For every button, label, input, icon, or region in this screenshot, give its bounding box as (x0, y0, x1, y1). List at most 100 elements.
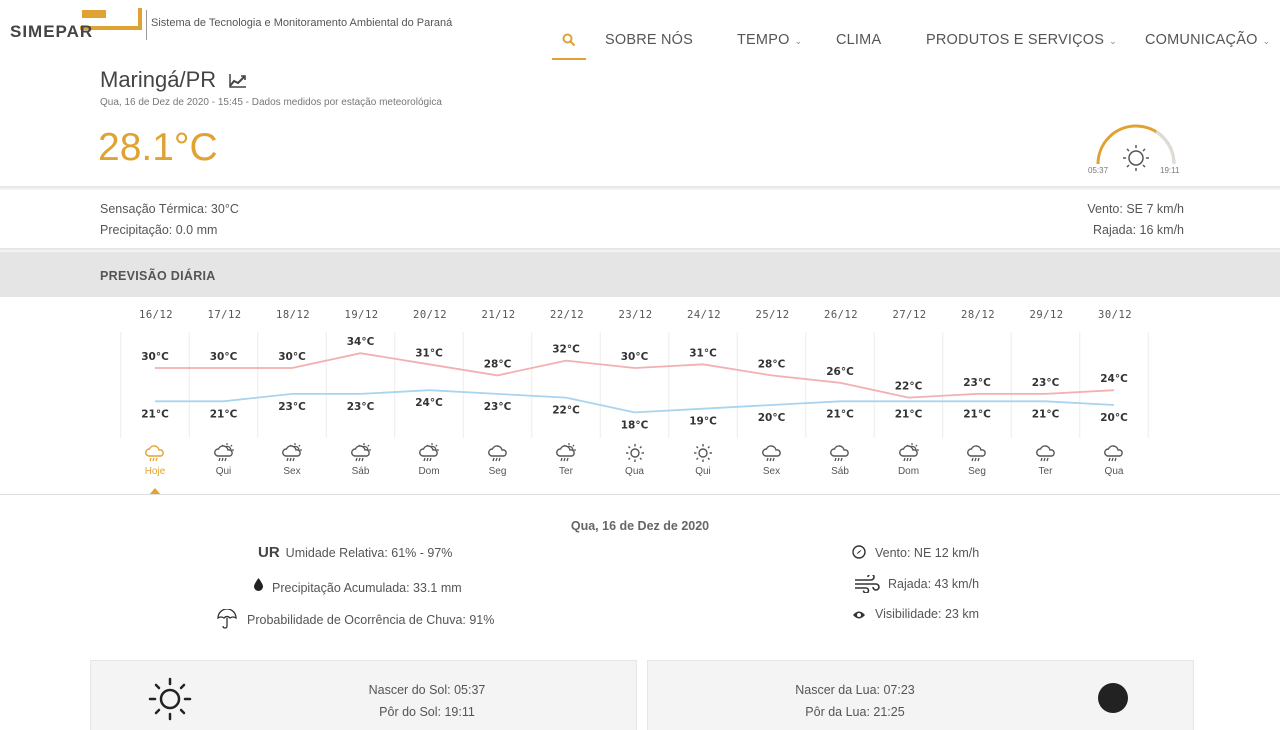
max-temp-label: 31°C (689, 347, 717, 359)
sunset-time: 19:11 (1160, 166, 1180, 175)
sun-rain-icon[interactable] (554, 442, 578, 464)
selected-day-title: Qua, 16 de Dez de 2020 (570, 519, 710, 533)
search-button[interactable] (552, 22, 586, 60)
nav-clima[interactable]: CLIMA (836, 32, 881, 48)
forecast-date: 28/12 (961, 309, 996, 321)
drop-icon (254, 578, 263, 591)
forecast-day-label[interactable]: Seg (468, 466, 528, 477)
compass-icon (852, 545, 866, 559)
sun-rain-icon[interactable] (897, 442, 921, 464)
chevron-down-icon: ⌄ (794, 36, 803, 46)
max-temp-label: 26°C (826, 366, 854, 378)
forecast-day-label[interactable]: Qua (1084, 466, 1144, 477)
wind: Vento: SE 7 km/h (1087, 202, 1184, 216)
detail-wind: Vento: NE 12 km/h (875, 546, 980, 560)
rain-cloud-icon[interactable] (828, 442, 852, 464)
min-temp-label: 21°C (895, 408, 923, 420)
chart-icon[interactable] (229, 73, 247, 88)
max-temp-label: 30°C (278, 351, 306, 363)
tagline: Sistema de Tecnologia e Monitoramento Am… (151, 17, 453, 29)
sunset-text: Pôr do Sol: 19:11 (379, 705, 475, 719)
rain-cloud-icon[interactable] (486, 442, 510, 464)
divider (0, 494, 1280, 495)
sun-rain-icon[interactable] (349, 442, 373, 464)
forecast-date: 27/12 (892, 309, 927, 321)
moonrise-text: Nascer da Lua: 07:23 (795, 683, 915, 697)
max-temp-label: 28°C (758, 358, 786, 370)
nav-tempo[interactable]: TEMPO ⌄ (737, 32, 802, 48)
temperature-chart: 30°C 30°C 30°C 34°C 31°C 28°C 32°C 30°C 31°C 28°C… (120, 332, 1149, 438)
wind-gust-icon (855, 575, 880, 593)
nav-label: PRODUTOS E SERVIÇOS (926, 32, 1105, 48)
sun-rain-icon[interactable] (212, 442, 236, 464)
current-temperature: 28.1°C (98, 126, 218, 169)
nav-sobre-nos[interactable]: SOBRE NÓS (605, 32, 693, 48)
sunrise-text: Nascer do Sol: 05:37 (368, 683, 486, 697)
forecast-day-label[interactable]: Dom (399, 466, 459, 477)
moon-phase-icon (1098, 683, 1128, 713)
search-icon (562, 33, 576, 47)
min-temp-label: 21°C (826, 408, 854, 420)
min-temp-label: 21°C (210, 408, 238, 420)
min-temp-label: 24°C (415, 397, 443, 409)
rain-probability: Probabilidade de Ocorrência de Chuva: 91… (247, 613, 495, 627)
rain-cloud-icon[interactable] (143, 442, 167, 464)
logo-mark-bar (82, 10, 106, 18)
forecast-date: 29/12 (1029, 309, 1064, 321)
forecast-day-label[interactable]: Ter (1016, 466, 1076, 477)
max-temp-label: 30°C (141, 351, 169, 363)
umbrella-icon (217, 609, 237, 629)
rain-cloud-icon[interactable] (1034, 442, 1058, 464)
max-temp-label: 28°C (484, 358, 512, 370)
forecast-day-label[interactable]: Sáb (810, 466, 870, 477)
rain-cloud-icon[interactable] (965, 442, 989, 464)
forecast-day-label[interactable]: Qui (673, 466, 733, 477)
min-temp-label: 22°C (552, 405, 580, 417)
feels-like: Sensação Térmica: 30°C (100, 202, 239, 216)
forecast-day-label[interactable]: Dom (879, 466, 939, 477)
rain-cloud-icon[interactable] (760, 442, 784, 464)
precip-accumulated: Precipitação Acumulada: 33.1 mm (272, 581, 462, 595)
forecast-day-label[interactable]: Seg (947, 466, 1007, 477)
nav-comunicacao[interactable]: COMUNICAÇÃO ⌄ (1145, 32, 1270, 48)
max-temp-label: 30°C (210, 351, 238, 363)
rain-cloud-icon[interactable] (1102, 442, 1126, 464)
humidity: Umidade Relativa: 61% - 97% (285, 546, 453, 560)
max-temp-label: 23°C (1032, 377, 1060, 389)
forecast-date: 25/12 (755, 309, 790, 321)
simepar-logo[interactable]: SIMEPAR (10, 8, 142, 41)
forecast-day-label[interactable]: Ter (536, 466, 596, 477)
nav-produtos-servicos[interactable]: PRODUTOS E SERVIÇOS ⌄ (926, 32, 1117, 48)
measured-info: Qua, 16 de Dez de 2020 - 15:45 - Dados m… (100, 97, 442, 108)
min-temp-label: 20°C (1100, 412, 1128, 424)
nav-label: COMUNICAÇÃO (1145, 32, 1258, 48)
min-temp-label: 18°C (621, 419, 649, 431)
min-temp-label: 23°C (484, 401, 512, 413)
forecast-day-label[interactable]: Sex (742, 466, 802, 477)
max-temp-label: 30°C (621, 351, 649, 363)
min-temp-label: 21°C (1032, 408, 1060, 420)
logo-separator (146, 10, 147, 40)
chevron-down-icon: ⌄ (1262, 36, 1271, 46)
forecast-date: 23/12 (618, 309, 653, 321)
forecast-date: 19/12 (344, 309, 379, 321)
logo-text: SIMEPAR (10, 22, 94, 41)
max-temp-label: 31°C (415, 347, 443, 359)
forecast-day-label[interactable]: Sáb (331, 466, 391, 477)
forecast-day-label[interactable]: Qui (194, 466, 254, 477)
forecast-day-label[interactable]: Hoje (125, 466, 185, 477)
min-temp-label: 21°C (141, 408, 169, 420)
min-temp-label: 23°C (347, 401, 375, 413)
divider (0, 186, 1280, 190)
sun-icon[interactable] (623, 442, 647, 464)
forecast-date: 26/12 (824, 309, 859, 321)
sun-rain-icon[interactable] (417, 442, 441, 464)
sun-icon[interactable] (691, 442, 715, 464)
forecast-date: 22/12 (550, 309, 585, 321)
forecast-day-label[interactable]: Qua (605, 466, 665, 477)
sun-rain-icon[interactable] (280, 442, 304, 464)
forecast-day-label[interactable]: Sex (262, 466, 322, 477)
min-temp-label: 21°C (963, 408, 991, 420)
forecast-date: 18/12 (276, 309, 311, 321)
min-temp-label: 20°C (758, 412, 786, 424)
